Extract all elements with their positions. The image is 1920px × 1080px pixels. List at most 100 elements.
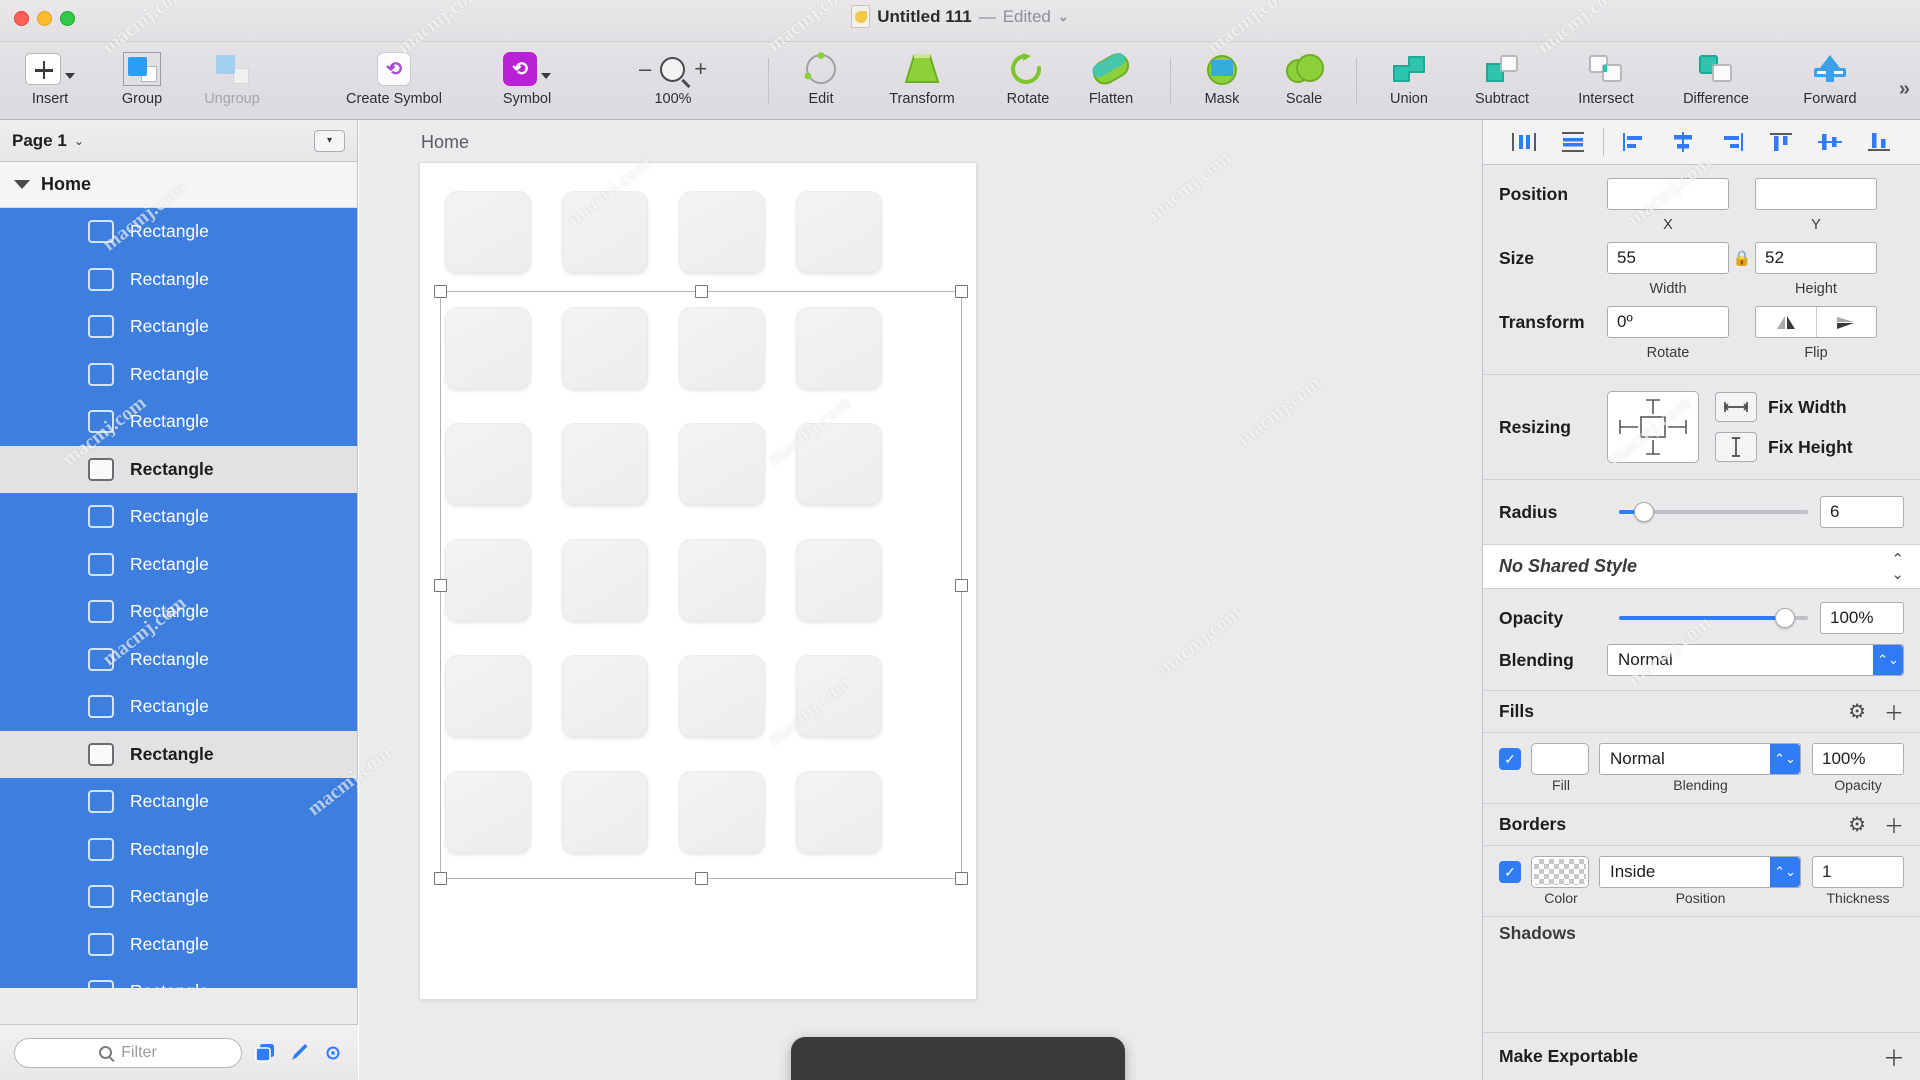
align-center-icon[interactable] (1659, 124, 1708, 160)
opacity-slider-knob[interactable] (1775, 608, 1796, 628)
layer-row[interactable]: Rectangle (0, 540, 357, 588)
toolbar-zoom-control[interactable]: – + 100% (608, 48, 738, 114)
rectangle-tile[interactable] (445, 191, 531, 273)
design-canvas[interactable]: Home ↵ (359, 120, 1482, 1080)
duplicate-layers-icon[interactable] (254, 1042, 276, 1064)
artboard-home[interactable] (419, 162, 977, 1000)
toolbar-button-insert[interactable]: Insert (6, 48, 94, 114)
page-list-icon[interactable]: ▾ (314, 129, 345, 152)
layer-row[interactable]: Rectangle (0, 303, 357, 351)
layer-row[interactable]: Rectangle (0, 445, 357, 493)
toolbar-button-flatten[interactable]: Flatten (1060, 48, 1162, 114)
align-right-icon[interactable] (1708, 124, 1757, 160)
toolbar-button-difference[interactable]: Difference (1660, 48, 1772, 114)
resize-handle-bottom-right[interactable] (955, 872, 968, 885)
layer-row[interactable]: Rectangle (0, 873, 357, 921)
resize-handle-bottom-center[interactable] (694, 872, 708, 885)
opacity-slider[interactable] (1619, 608, 1808, 628)
fill-opacity-input[interactable]: 100% (1812, 743, 1904, 775)
fill-blending-select[interactable]: Normal ⌃⌄ (1599, 743, 1801, 775)
layer-row[interactable]: Rectangle (0, 493, 357, 541)
layer-row[interactable]: Rectangle (0, 825, 357, 873)
layer-row[interactable]: Rectangle (0, 588, 357, 636)
stepper-icon[interactable]: ⌃⌄ (1770, 744, 1800, 774)
toolbar-button-mask[interactable]: Mask (1180, 48, 1264, 114)
distribute-horizontally-icon[interactable] (1499, 124, 1548, 160)
shadows-section-header[interactable]: Shadows (1483, 917, 1920, 944)
resize-handle-top-center[interactable] (694, 285, 708, 298)
resize-handle-top-left[interactable] (434, 285, 447, 298)
plus-icon[interactable]: ＋ (1883, 1041, 1905, 1073)
lock-icon[interactable]: 🔒 (1729, 249, 1755, 267)
radius-slider-knob[interactable] (1633, 502, 1654, 522)
plus-icon[interactable]: ＋ (1884, 697, 1904, 726)
distribute-vertically-icon[interactable] (1548, 124, 1597, 160)
toolbar-button-group[interactable]: Group (98, 48, 186, 114)
filter-input[interactable]: Filter (14, 1037, 242, 1068)
flip-horizontal-icon[interactable] (1756, 307, 1816, 337)
fix-width-icon[interactable] (1715, 392, 1757, 422)
toolbar-button-subtract[interactable]: Subtract (1452, 48, 1552, 114)
border-enabled-checkbox[interactable]: ✓ (1499, 861, 1521, 883)
border-color-swatch[interactable] (1532, 857, 1588, 887)
resize-constraints-icon[interactable] (1607, 391, 1699, 463)
layer-row[interactable]: Rectangle (0, 398, 357, 446)
rectangle-tile[interactable] (679, 191, 765, 273)
layer-row[interactable]: Rectangle (0, 730, 357, 778)
align-left-icon[interactable] (1610, 124, 1659, 160)
toolbar-overflow-button[interactable]: » (1899, 78, 1910, 101)
page-selector-row[interactable]: Page 1 ⌄ ▾ (0, 120, 357, 162)
zoom-out-button[interactable]: – (639, 56, 651, 82)
radius-input[interactable]: 6 (1820, 496, 1904, 528)
align-top-icon[interactable] (1757, 124, 1806, 160)
opacity-input[interactable]: 100% (1820, 602, 1904, 634)
layer-row[interactable]: Rectangle (0, 920, 357, 968)
position-x-input[interactable] (1607, 178, 1729, 210)
magnifier-icon[interactable] (660, 56, 686, 82)
stepper-icon[interactable]: ⌃⌄ (1891, 552, 1904, 582)
rectangle-tile[interactable] (562, 191, 648, 273)
border-thickness-input[interactable]: 1 (1812, 856, 1904, 888)
stepper-icon[interactable]: ⌃⌄ (1770, 857, 1800, 887)
chevron-down-icon[interactable]: ⌄ (1058, 9, 1069, 25)
shared-style-select[interactable]: No Shared Style ⌃ ⌄ (1483, 545, 1920, 589)
zoom-in-button[interactable]: + (694, 56, 707, 82)
width-input[interactable]: 55 (1607, 242, 1729, 274)
artboard-row-home[interactable]: Home (0, 162, 357, 208)
document-title-text[interactable]: Untitled 111 (877, 7, 971, 27)
height-input[interactable]: 52 (1755, 242, 1877, 274)
toolbar-button-ungroup[interactable]: Ungroup (188, 48, 276, 114)
layer-row[interactable]: Rectangle (0, 683, 357, 731)
artboard-label[interactable]: Home (421, 132, 469, 153)
stepper-icon[interactable]: ⌃⌄ (1873, 645, 1903, 675)
toolbar-button-forward[interactable]: Forward (1778, 48, 1882, 114)
make-exportable-row[interactable]: Make Exportable ＋ (1483, 1032, 1920, 1080)
plus-icon[interactable]: ＋ (1884, 810, 1904, 839)
toolbar-button-scale[interactable]: Scale (1262, 48, 1346, 114)
toolbar-button-intersect[interactable]: Intersect (1554, 48, 1658, 114)
position-y-input[interactable] (1755, 178, 1877, 210)
pencil-icon[interactable] (288, 1042, 310, 1064)
toolbar-button-create-symbol[interactable]: ⟲ Create Symbol (324, 48, 464, 114)
layer-rows-container[interactable]: Rectangle Rectangle Rectangle Rectangle Rect… (0, 208, 357, 988)
rotate-input[interactable]: 0º (1607, 306, 1729, 338)
toolbar-button-union[interactable]: Union (1366, 48, 1452, 114)
rectangle-tile[interactable] (796, 191, 882, 273)
align-bottom-icon[interactable] (1855, 124, 1904, 160)
align-middle-icon[interactable] (1806, 124, 1855, 160)
page-name[interactable]: Page 1 ⌄ (12, 131, 84, 151)
flip-vertical-icon[interactable] (1817, 307, 1877, 337)
toolbar-button-symbol[interactable]: ⟲ Symbol (472, 48, 582, 114)
resize-handle-top-right[interactable] (955, 285, 968, 298)
resize-handle-middle-left[interactable] (434, 578, 447, 592)
layer-row[interactable]: Rectangle (0, 635, 357, 683)
layer-row[interactable]: Rectangle (0, 350, 357, 398)
toolbar-button-edit[interactable]: Edit (782, 48, 860, 114)
fill-enabled-checkbox[interactable]: ✓ (1499, 748, 1521, 770)
layer-row[interactable]: Rectangle (0, 208, 357, 256)
fill-color-swatch[interactable] (1532, 744, 1588, 774)
resize-handle-middle-right[interactable] (955, 578, 968, 592)
fix-height-icon[interactable] (1715, 432, 1757, 462)
toolbar-button-transform[interactable]: Transform (862, 48, 982, 114)
settings-dot-icon[interactable] (322, 1042, 344, 1064)
